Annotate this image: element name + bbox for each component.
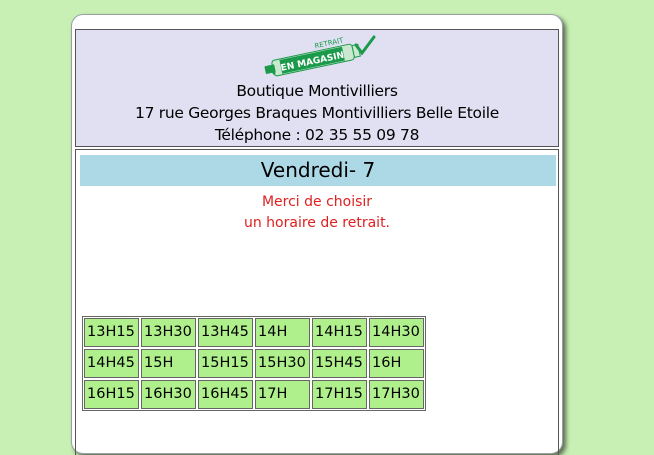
time-slot-button[interactable]: 14H bbox=[255, 318, 310, 347]
instruction-message: Merci de choisir un horaire de retrait. bbox=[76, 192, 558, 234]
day-title: Vendredi- 7 bbox=[80, 155, 556, 186]
time-slot-button[interactable]: 15H45 bbox=[312, 349, 367, 378]
time-slot-button[interactable]: 16H15 bbox=[84, 380, 139, 409]
time-slot-button[interactable]: 16H45 bbox=[198, 380, 253, 409]
time-slot-button[interactable]: 14H30 bbox=[369, 318, 424, 347]
time-slot-button[interactable]: 15H15 bbox=[198, 349, 253, 378]
shop-phone: Téléphone : 02 35 55 09 78 bbox=[214, 126, 420, 144]
shop-header: EN MAGASIN RETRAIT Boutique Montivillier… bbox=[75, 29, 559, 147]
time-slot-button[interactable]: 17H bbox=[255, 380, 310, 409]
time-slot-button[interactable]: 15H bbox=[141, 349, 196, 378]
time-slot-button[interactable]: 13H45 bbox=[198, 318, 253, 347]
time-slot-button[interactable]: 16H bbox=[369, 349, 424, 378]
time-slot-button[interactable]: 17H30 bbox=[369, 380, 424, 409]
time-slot-button[interactable]: 13H15 bbox=[84, 318, 139, 347]
instruction-line-2: un horaire de retrait. bbox=[243, 215, 391, 231]
instruction-line-1: Merci de choisir bbox=[261, 194, 373, 210]
shop-name: Boutique Montivilliers bbox=[236, 82, 398, 100]
time-slot-button[interactable]: 17H15 bbox=[312, 380, 367, 409]
retrait-en-magasin-logo: EN MAGASIN RETRAIT bbox=[264, 35, 376, 77]
time-slot-button[interactable]: 15H30 bbox=[255, 349, 310, 378]
pickup-card: EN MAGASIN RETRAIT Boutique Montivillier… bbox=[71, 14, 563, 455]
time-slot-button[interactable]: 16H30 bbox=[141, 380, 196, 409]
time-slot-button[interactable]: 14H45 bbox=[84, 349, 139, 378]
slot-picker: Vendredi- 7 Merci de choisir un horaire … bbox=[75, 149, 559, 455]
time-slot-grid: 13H15 13H30 13H45 14H 14H15 14H30 14H45 … bbox=[82, 316, 426, 411]
time-slot-button[interactable]: 13H30 bbox=[141, 318, 196, 347]
shop-address: 17 rue Georges Braques Montivilliers Bel… bbox=[135, 104, 499, 122]
time-slot-button[interactable]: 14H15 bbox=[312, 318, 367, 347]
